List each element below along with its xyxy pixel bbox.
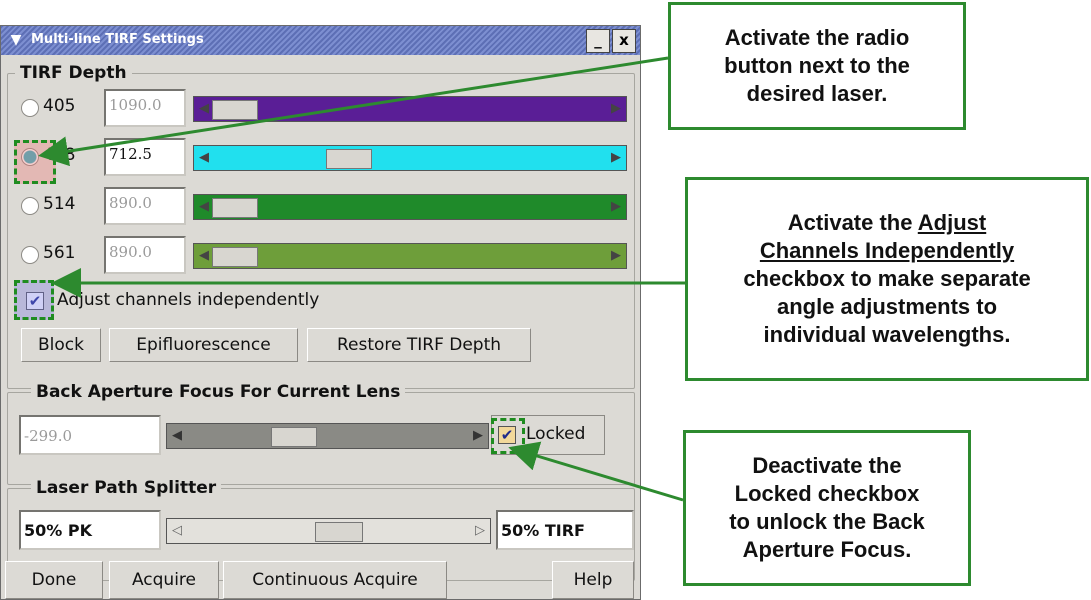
locked-callout-line: to unlock the Back [729, 509, 925, 534]
arrow-to-locked [508, 441, 684, 502]
arrow-to-radio [38, 56, 669, 167]
radio-callout-line: Activate the radio [724, 25, 910, 50]
adjust-callout-line: Activate the Adjust [787, 210, 987, 235]
radio-callout: Activate the radio button next to the de… [668, 2, 966, 130]
adjust-callout-line: angle adjustments to [776, 294, 998, 319]
adjust-callout-line: Channels Independently [759, 238, 1015, 263]
locked-callout-line: Locked checkbox [734, 481, 920, 506]
radio-callout-line: desired laser. [746, 81, 888, 106]
locked-callout-line: Aperture Focus. [742, 537, 912, 562]
adjust-callout: Activate the Adjust Channels Independent… [685, 177, 1089, 381]
adjust-callout-line: checkbox to make separate [743, 266, 1031, 291]
adjust-callout-line: individual wavelengths. [763, 322, 1011, 347]
locked-callout-line: Deactivate the [752, 453, 902, 478]
radio-callout-line: button next to the [724, 53, 910, 78]
locked-callout: Deactivate the Locked checkbox to unlock… [683, 430, 971, 586]
